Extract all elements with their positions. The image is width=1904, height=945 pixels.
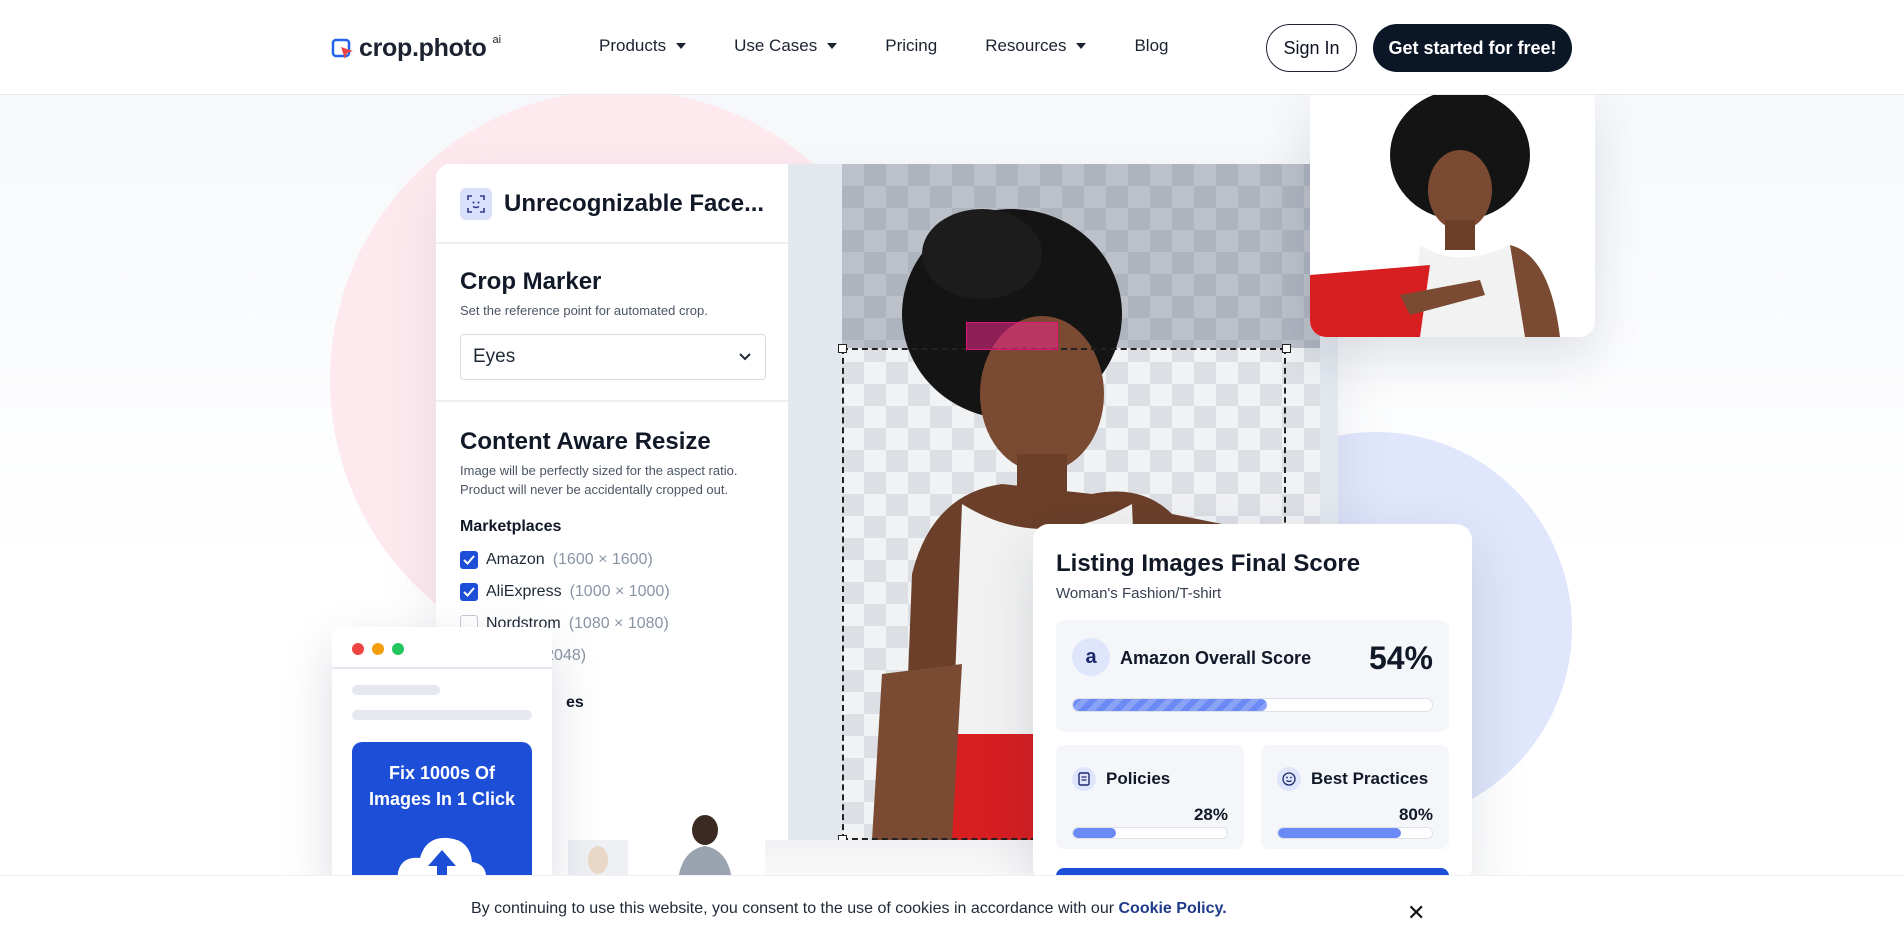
cookie-text: By continuing to use this website, you c… [471, 900, 1227, 918]
panel-header: Unrecognizable Face... [436, 164, 788, 244]
amazon-progress-bar [1072, 698, 1433, 712]
crop-marker-select[interactable]: Eyes [460, 334, 766, 380]
amazon-progress-fill [1073, 699, 1267, 711]
placeholder-line [352, 710, 532, 720]
policies-value: 28% [1193, 805, 1228, 824]
logo-icon [331, 38, 353, 59]
nav-products[interactable]: Products [599, 36, 687, 56]
marketplace-name: AliExpress [486, 583, 562, 600]
nav-products-label: Products [599, 36, 667, 55]
marketplace-size: (1080 × 1080) [568, 615, 669, 632]
checkbox-checked-icon[interactable] [460, 583, 478, 601]
nav-blog[interactable]: Blog [1134, 36, 1168, 56]
best-practices-label: Best Practices [1311, 769, 1429, 788]
document-icon [1072, 767, 1096, 791]
best-practices-value: 80% [1398, 805, 1433, 824]
marketplace-amazon[interactable]: Amazon (1600 × 1600) [460, 551, 653, 569]
main-nav: Products Use Cases Pricing Resources Blo… [599, 36, 1217, 56]
partial-section-label: es [566, 694, 584, 711]
marketplace-name: Amazon [486, 551, 545, 568]
smiley-icon [1277, 767, 1301, 791]
fix-images-text: Fix 1000s Of Images In 1 Click [352, 760, 532, 812]
promo-browser-card: Fix 1000s Of Images In 1 Click [332, 627, 552, 887]
fix-images-line1: Fix 1000s Of [388, 763, 496, 783]
model-photo-result [1310, 95, 1595, 337]
chevron-down-icon [739, 353, 751, 361]
panel-title: Unrecognizable Face... [504, 190, 765, 217]
browser-divider [332, 667, 552, 669]
score-card: Listing Images Final Score Woman's Fashi… [1033, 524, 1472, 898]
score-subtitle: Woman's Fashion/T-shirt [1056, 585, 1222, 602]
nav-resources[interactable]: Resources [985, 36, 1087, 56]
window-controls [352, 643, 404, 655]
window-dot-red [352, 643, 364, 655]
placeholder-line [352, 685, 440, 695]
chevron-down-icon [1076, 43, 1087, 49]
result-photo-card [1310, 95, 1595, 337]
policies-progress-fill [1073, 828, 1117, 838]
window-dot-yellow [372, 643, 384, 655]
policies-label: Policies [1106, 769, 1171, 788]
close-icon[interactable]: ✕ [1407, 900, 1425, 926]
best-practices-progress-bar [1277, 827, 1433, 839]
policies-box: Policies 28% [1056, 745, 1244, 849]
marketplaces-title: Marketplaces [460, 518, 562, 535]
site-header: crop.photo ai Products Use Cases Pricing… [0, 0, 1904, 95]
window-dot-green [392, 643, 404, 655]
nav-pricing[interactable]: Pricing [885, 36, 937, 56]
nav-use-cases-label: Use Cases [734, 36, 818, 55]
thumbnail-strip [550, 720, 765, 880]
best-practices-box: Best Practices 80% [1261, 745, 1449, 849]
crop-handle-top-left[interactable] [838, 344, 847, 353]
score-title: Listing Images Final Score [1056, 550, 1361, 577]
amazon-score-box: a Amazon Overall Score 54% [1056, 620, 1449, 732]
eyes-marker[interactable] [966, 322, 1058, 350]
checkbox-checked-icon[interactable] [460, 551, 478, 569]
crop-handle-bottom-left[interactable] [838, 835, 847, 840]
amazon-score-label: Amazon Overall Score [1120, 648, 1312, 668]
brand-logo[interactable]: crop.photo ai [331, 34, 501, 63]
nav-pricing-label: Pricing [885, 36, 938, 55]
amazon-icon: a [1072, 638, 1110, 676]
amazon-score-value: 54% [1368, 640, 1433, 676]
logo-superscript: ai [492, 33, 502, 46]
chevron-down-icon [827, 43, 838, 49]
nav-resources-label: Resources [985, 36, 1067, 55]
crop-marker-value: Eyes [473, 346, 516, 367]
cookie-policy-link[interactable]: Cookie Policy. [1118, 900, 1226, 917]
content-aware-title: Content Aware Resize [460, 428, 711, 455]
best-practices-progress-fill [1278, 828, 1402, 838]
marketplace-size: (1000 × 1000) [569, 583, 670, 600]
cookie-message: By continuing to use this website, you c… [471, 900, 1119, 917]
marketplace-size: (1600 × 1600) [552, 551, 653, 568]
get-started-button[interactable]: Get started for free! [1373, 24, 1572, 72]
crop-marker-subtitle: Set the reference point for automated cr… [460, 303, 708, 318]
female-model-thumbnail [568, 840, 628, 880]
fix-images-line2: Images In 1 Click [368, 789, 516, 809]
marketplace-aliexpress[interactable]: AliExpress (1000 × 1000) [460, 583, 670, 601]
nav-blog-label: Blog [1134, 36, 1169, 55]
sign-in-button[interactable]: Sign In [1266, 24, 1357, 72]
cookie-banner: By continuing to use this website, you c… [0, 875, 1904, 945]
section-divider [436, 400, 788, 402]
policies-progress-bar [1072, 827, 1228, 839]
male-model-thumbnail-2 [678, 815, 732, 880]
fix-images-button[interactable]: Fix 1000s Of Images In 1 Click [352, 742, 532, 887]
content-aware-line2: Product will never be accidentally cropp… [460, 482, 729, 497]
crop-marker-title: Crop Marker [460, 268, 602, 295]
logo-text: crop.photo [359, 34, 487, 62]
content-aware-line1: Image will be perfectly sized for the as… [460, 463, 738, 478]
nav-use-cases[interactable]: Use Cases [734, 36, 838, 56]
crop-handle-top-right[interactable] [1282, 344, 1291, 353]
face-scan-icon [460, 188, 492, 220]
chevron-down-icon [676, 43, 687, 49]
